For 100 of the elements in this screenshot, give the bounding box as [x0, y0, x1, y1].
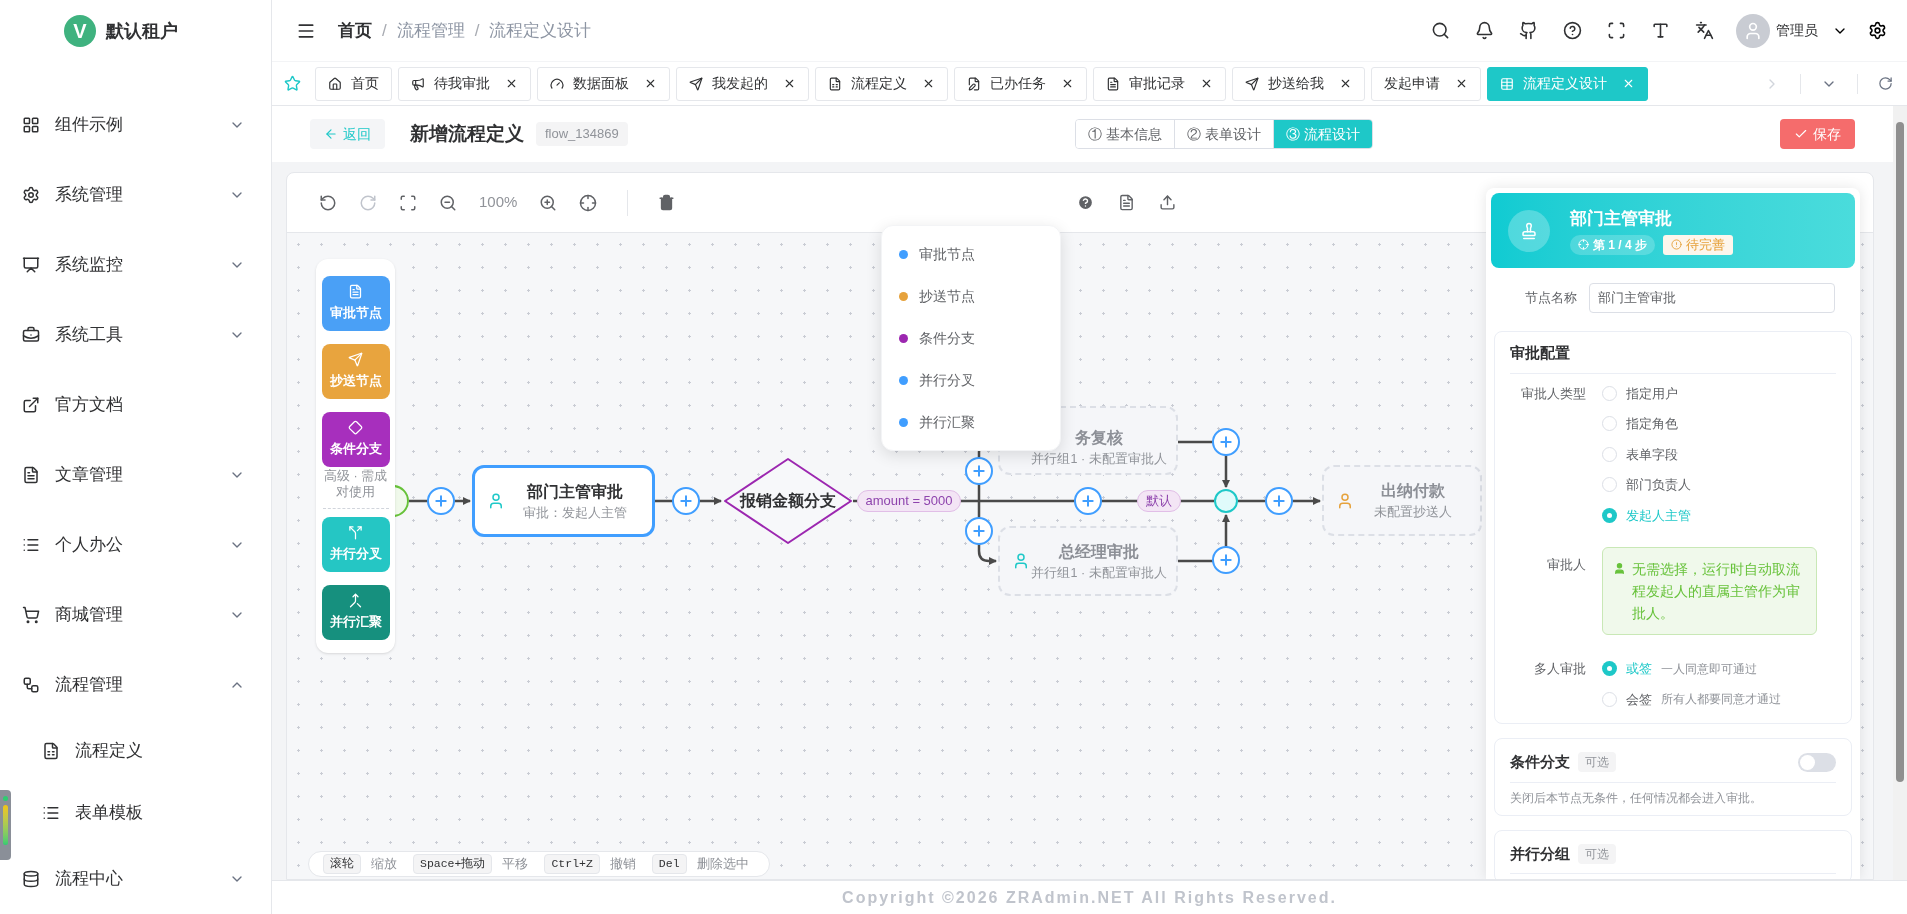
tab[interactable]: 流程定义: [815, 66, 948, 101]
radio-option[interactable]: 指定角色: [1602, 414, 1691, 434]
plus-icon: [971, 463, 987, 479]
radio[interactable]: [1602, 507, 1617, 523]
translate-icon[interactable]: [1695, 21, 1714, 40]
plus-icon: [1218, 434, 1234, 450]
sidebar-item[interactable]: 个人办公: [0, 510, 271, 580]
sidebar-item[interactable]: 流程中心: [0, 844, 271, 914]
radio[interactable]: [1602, 446, 1617, 462]
settings-icon[interactable]: [1868, 21, 1887, 40]
close-icon[interactable]: [1200, 77, 1213, 90]
toggle-switch[interactable]: [1798, 752, 1836, 772]
add-node-button[interactable]: [965, 517, 993, 545]
add-node-button[interactable]: [1074, 487, 1102, 515]
radio[interactable]: [1602, 385, 1617, 401]
close-icon[interactable]: [783, 77, 796, 90]
refresh-icon[interactable]: [1878, 76, 1893, 91]
close-icon[interactable]: [505, 77, 518, 90]
palette-item[interactable]: 条件分支: [321, 412, 390, 467]
sidebar-item[interactable]: 系统管理: [0, 160, 271, 230]
radio[interactable]: [1602, 691, 1617, 707]
tab[interactable]: 我发起的: [676, 66, 809, 101]
sidebar-item[interactable]: 系统工具: [0, 300, 271, 370]
palette-note: 高级 · 需成对使用: [322, 468, 389, 500]
fit-view-icon[interactable]: [399, 193, 417, 212]
add-node-button[interactable]: [427, 487, 455, 515]
radio[interactable]: [1602, 477, 1617, 493]
sidebar-item[interactable]: 文章管理: [0, 440, 271, 510]
branch-label[interactable]: amount = 5000: [857, 490, 961, 512]
sidebar-item[interactable]: 流程管理: [0, 650, 271, 720]
github-icon[interactable]: [1519, 21, 1538, 40]
breadcrumb-item[interactable]: 首页: [338, 17, 372, 44]
palette-item[interactable]: 并行汇聚: [321, 585, 390, 640]
undo-icon[interactable]: [319, 193, 337, 212]
upload-icon[interactable]: [1159, 194, 1176, 211]
tab[interactable]: 审批记录: [1093, 66, 1226, 101]
add-node-button[interactable]: [672, 487, 700, 515]
add-node-button[interactable]: [1212, 428, 1240, 456]
start-node[interactable]: [395, 485, 409, 517]
help-icon[interactable]: [1563, 21, 1582, 40]
radio-option[interactable]: 会签 所有人都要同意才通过: [1602, 689, 1781, 709]
radio[interactable]: [1602, 416, 1617, 432]
tab[interactable]: 数据面板: [537, 66, 670, 101]
sidebar-item[interactable]: 官方文档: [0, 370, 271, 440]
close-icon[interactable]: [1061, 77, 1074, 90]
user-name[interactable]: 管理员: [1776, 20, 1818, 41]
bell-icon[interactable]: [1475, 21, 1494, 40]
search-icon[interactable]: [1431, 21, 1450, 40]
delete-icon[interactable]: [658, 194, 676, 211]
zoom-in-icon[interactable]: [539, 193, 558, 212]
close-icon[interactable]: [922, 77, 935, 90]
menu-item[interactable]: 抄送节点: [899, 280, 1043, 312]
send-icon: [689, 76, 703, 91]
font-size-icon[interactable]: [1651, 21, 1670, 40]
sidebar-item[interactable]: 系统监控: [0, 230, 271, 300]
gear-icon: [22, 186, 40, 204]
tab[interactable]: 首页: [315, 66, 392, 101]
scrollbar[interactable]: [1893, 106, 1907, 880]
table-icon: [1500, 76, 1514, 91]
key-hint: Del: [651, 854, 687, 874]
branch-label[interactable]: 默认: [1137, 490, 1181, 512]
add-node-button[interactable]: [1265, 487, 1293, 515]
close-icon[interactable]: [1455, 77, 1468, 90]
menu-item[interactable]: 条件分支: [899, 322, 1043, 354]
breadcrumb-separator: /: [382, 19, 387, 42]
plus-icon: [1218, 552, 1234, 568]
menu-item[interactable]: 并行分叉: [899, 364, 1043, 396]
section-title: 并行分组: [1510, 843, 1570, 864]
sidebar-item[interactable]: 组件示例: [0, 90, 271, 160]
radio-option[interactable]: 指定用户: [1602, 383, 1691, 403]
menu-item[interactable]: 审批节点: [899, 238, 1043, 270]
node-name-input[interactable]: 部门主管审批: [1589, 283, 1835, 313]
merge-node[interactable]: [1214, 489, 1238, 513]
monitor-icon: [22, 256, 40, 274]
radio-option[interactable]: 部门负责人: [1602, 475, 1691, 495]
tab[interactable]: 已办任务: [954, 66, 1087, 101]
tab[interactable]: 待我审批: [398, 66, 531, 101]
crosshair-icon[interactable]: [579, 193, 598, 212]
close-icon[interactable]: [1339, 77, 1352, 90]
sidebar-item[interactable]: 商城管理: [0, 580, 271, 650]
tenant-name: 默认租户: [106, 19, 178, 43]
close-icon[interactable]: [644, 77, 657, 90]
sidebar-subitem[interactable]: 表单模板: [42, 782, 153, 844]
condition-node[interactable]: 报销金额分支: [723, 457, 853, 545]
add-node-button[interactable]: [1212, 546, 1240, 574]
zoom-out-icon[interactable]: [439, 193, 457, 212]
tab[interactable]: 发起申请: [1371, 66, 1481, 101]
document-icon[interactable]: [1118, 194, 1135, 211]
radio[interactable]: [1602, 661, 1617, 677]
merge-icon: [348, 593, 363, 609]
star-icon[interactable]: [284, 75, 301, 92]
optional-tag: 可选: [1578, 752, 1616, 773]
tab[interactable]: 抄送给我: [1232, 66, 1365, 101]
fullscreen-icon[interactable]: [1607, 21, 1626, 40]
gauge-icon: [550, 76, 564, 91]
radio-option[interactable]: 表单字段: [1602, 444, 1691, 464]
approval-node[interactable]: 部门主管审批 审批：发起人主管: [472, 465, 655, 537]
copyright-footer: Copyright ©2026 ZRAdmin.NET All Rights Reserved.: [842, 885, 1337, 910]
sidebar-subitem[interactable]: 流程定义: [42, 720, 153, 782]
add-node-button[interactable]: [965, 457, 993, 485]
